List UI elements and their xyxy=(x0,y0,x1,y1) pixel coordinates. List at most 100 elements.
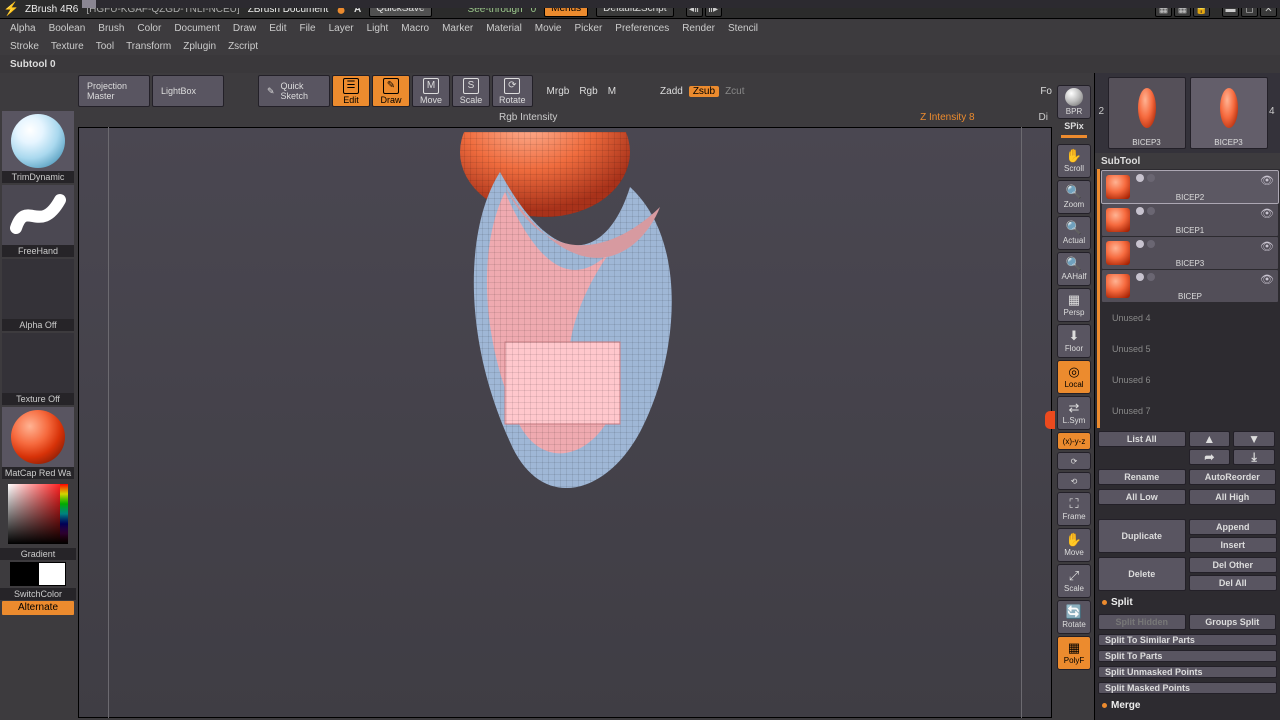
rgb-button[interactable]: Rgb xyxy=(579,86,597,97)
move-view-button[interactable]: ✋Move xyxy=(1057,528,1091,562)
menu-zplugin[interactable]: Zplugin xyxy=(183,41,216,52)
viewport[interactable] xyxy=(78,127,1052,718)
menu-edit[interactable]: Edit xyxy=(269,23,286,34)
color-switch[interactable] xyxy=(0,562,76,586)
persp-button[interactable]: ▦Persp xyxy=(1057,288,1091,322)
append-button[interactable]: Append xyxy=(1189,519,1278,535)
scale-view-button[interactable]: ⤢Scale xyxy=(1057,564,1091,598)
brush-swatch[interactable]: TrimDynamic xyxy=(2,111,74,183)
stroke-swatch[interactable]: FreeHand xyxy=(2,185,74,257)
rot-a-button[interactable]: ⟳ xyxy=(1057,452,1091,470)
menu-picker[interactable]: Picker xyxy=(574,23,602,34)
draw-button[interactable]: ✎Draw xyxy=(372,75,410,107)
scale-button[interactable]: SScale xyxy=(452,75,490,107)
zoom-button[interactable]: 🔍Zoom xyxy=(1057,180,1091,214)
hue-bar[interactable] xyxy=(60,484,68,544)
allhigh-button[interactable]: All High xyxy=(1189,489,1277,505)
delete-button[interactable]: Delete xyxy=(1098,557,1186,591)
menu-macro[interactable]: Macro xyxy=(401,23,429,34)
eye-icon[interactable]: 👁 xyxy=(1260,240,1274,253)
texture-swatch[interactable]: Texture Off xyxy=(2,333,74,405)
menu-material[interactable]: Material xyxy=(486,23,522,34)
eye-icon[interactable]: 👁 xyxy=(1260,207,1274,220)
duplicate-button[interactable]: Duplicate xyxy=(1098,519,1186,553)
frame-button[interactable]: ⛶Frame xyxy=(1057,492,1091,526)
menu-zscript[interactable]: Zscript xyxy=(228,41,258,52)
eye-icon[interactable]: 👁 xyxy=(1260,273,1274,286)
alpha-swatch[interactable]: Alpha Off xyxy=(2,259,74,331)
eye-icon[interactable]: 👁 xyxy=(1260,174,1274,187)
menu-document[interactable]: Document xyxy=(174,23,220,34)
alllow-button[interactable]: All Low xyxy=(1098,489,1186,505)
menu-brush[interactable]: Brush xyxy=(98,23,124,34)
menu-preferences[interactable]: Preferences xyxy=(615,23,669,34)
mrgb-button[interactable]: Mrgb xyxy=(547,86,570,97)
xyz-button[interactable]: (x)-y-z xyxy=(1057,432,1091,450)
menu-transform[interactable]: Transform xyxy=(126,41,171,52)
insert-button[interactable]: Insert xyxy=(1189,537,1278,553)
aahalf-button[interactable]: 🔍AAHalf xyxy=(1057,252,1091,286)
lightbox-button[interactable]: LightBox xyxy=(152,75,224,107)
polyf-button[interactable]: ▦PolyF xyxy=(1057,636,1091,670)
white-swatch[interactable] xyxy=(38,562,66,586)
actual-button[interactable]: 🔍Actual xyxy=(1057,216,1091,250)
z-intensity-label[interactable]: Z Intensity 8 xyxy=(920,112,974,123)
rotate-button[interactable]: ⟳Rotate xyxy=(492,75,533,107)
subtool-row[interactable]: 👁BICEP xyxy=(1102,270,1278,302)
splitparts-button[interactable]: Split To Parts xyxy=(1098,650,1277,662)
spix-slider[interactable] xyxy=(1061,135,1087,138)
autoreorder-button[interactable]: AutoReorder xyxy=(1189,469,1277,485)
menu-render[interactable]: Render xyxy=(682,23,715,34)
delall-button[interactable]: Del All xyxy=(1189,575,1278,591)
menu-draw[interactable]: Draw xyxy=(233,23,256,34)
black-swatch[interactable] xyxy=(10,562,38,586)
quicksketch-button[interactable]: ✎Quick Sketch xyxy=(258,75,330,107)
zadd-button[interactable]: Zadd xyxy=(660,86,683,97)
timeline-scrub[interactable] xyxy=(82,0,1280,8)
menu-stencil[interactable]: Stencil xyxy=(728,23,758,34)
subtool-row[interactable]: 👁BICEP1 xyxy=(1102,204,1278,236)
zsub-button[interactable]: Zsub xyxy=(689,86,719,97)
move-button[interactable]: MMove xyxy=(412,75,450,107)
menu-movie[interactable]: Movie xyxy=(535,23,562,34)
alternate-button[interactable]: Alternate xyxy=(2,601,74,615)
end-button[interactable]: ⤓ xyxy=(1233,449,1275,465)
m-button[interactable]: M xyxy=(608,86,616,97)
splitmasked-button[interactable]: Split Masked Points xyxy=(1098,682,1277,694)
floor-button[interactable]: ⬇Floor xyxy=(1057,324,1091,358)
menu-stroke[interactable]: Stroke xyxy=(10,41,39,52)
edit-button[interactable]: ☰Edit xyxy=(332,75,370,107)
menu-texture[interactable]: Texture xyxy=(51,41,84,52)
thumb-cell-1[interactable]: shouldar 2 BICEP3 xyxy=(1108,77,1186,149)
edge-handle-icon[interactable] xyxy=(1045,411,1055,429)
material-swatch[interactable]: MatCap Red Wa xyxy=(2,407,74,479)
groupssplit-button[interactable]: Groups Split xyxy=(1189,614,1277,630)
listall-button[interactable]: List All xyxy=(1098,431,1186,447)
menu-light[interactable]: Light xyxy=(367,23,389,34)
subtool-row[interactable]: 👁BICEP3 xyxy=(1102,237,1278,269)
fwd-button[interactable]: ➦ xyxy=(1189,449,1231,465)
local-button[interactable]: ◎Local xyxy=(1057,360,1091,394)
scroll-button[interactable]: ✋Scroll xyxy=(1057,144,1091,178)
menu-tool[interactable]: Tool xyxy=(96,41,114,52)
splithidden-button[interactable]: Split Hidden xyxy=(1098,614,1186,630)
lsym-button[interactable]: ⇄L.Sym xyxy=(1057,396,1091,430)
down-button[interactable]: ▼ xyxy=(1233,431,1275,447)
rotate-view-button[interactable]: 🔄Rotate xyxy=(1057,600,1091,634)
split-section[interactable]: Split xyxy=(1098,595,1277,610)
delother-button[interactable]: Del Other xyxy=(1189,557,1278,573)
thumb-cell-2[interactable]: shouldar 4 BICEP3 xyxy=(1190,77,1268,149)
menu-marker[interactable]: Marker xyxy=(442,23,473,34)
splitsimilar-button[interactable]: Split To Similar Parts xyxy=(1098,634,1277,646)
panel-header[interactable]: SubTool xyxy=(1095,153,1280,169)
rgb-intensity-label[interactable]: Rgb Intensity xyxy=(499,112,557,123)
menu-boolean[interactable]: Boolean xyxy=(49,23,86,34)
menu-layer[interactable]: Layer xyxy=(329,23,354,34)
projection-master-button[interactable]: Projection Master xyxy=(78,75,150,107)
color-picker[interactable] xyxy=(8,484,68,544)
rename-button[interactable]: Rename xyxy=(1098,469,1186,485)
merge-section[interactable]: Merge xyxy=(1098,698,1277,713)
rot-b-button[interactable]: ⟲ xyxy=(1057,472,1091,490)
bpr-button[interactable]: BPR xyxy=(1057,85,1091,119)
zcut-button[interactable]: Zcut xyxy=(725,86,744,97)
